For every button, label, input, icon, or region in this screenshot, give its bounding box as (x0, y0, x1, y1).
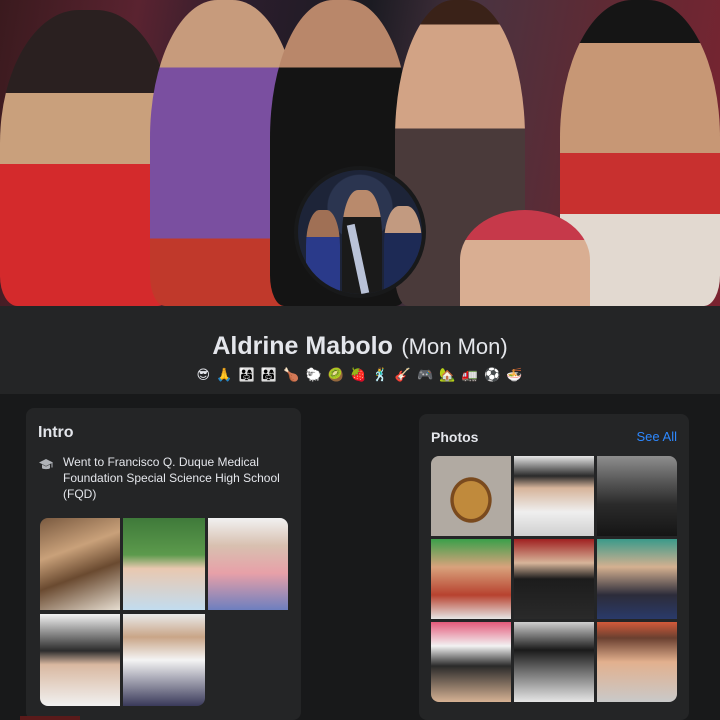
photo-thumbnail[interactable] (514, 539, 594, 619)
photo-thumbnail[interactable] (597, 539, 677, 619)
profile-header: Aldrine Mabolo (Mon Mon) 😎 🙏 👨‍👩‍👧 👨‍👩‍👧… (0, 306, 720, 394)
bottom-edge-strip (20, 716, 80, 720)
featured-photo[interactable] (123, 518, 205, 610)
profile-bio-emojis: 😎 🙏 👨‍👩‍👧 👨‍👩‍👧 🍗 🐑 🥝 🍓 🕺 🎸 🎮 🏡 🚛 ⚽ 🍜 (196, 368, 524, 383)
photo-thumbnail[interactable] (514, 622, 594, 702)
photo-thumbnail[interactable] (431, 622, 511, 702)
intro-education: Went to Francisco Q. Duque Medical Found… (63, 455, 280, 501)
cover-person (0, 10, 175, 306)
profile-name-line: Aldrine Mabolo (Mon Mon) (0, 332, 720, 361)
featured-photo[interactable] (208, 518, 288, 610)
cover-person (460, 210, 590, 306)
photo-thumbnail[interactable] (431, 456, 511, 536)
profile-page: Aldrine Mabolo (Mon Mon) 😎 🙏 👨‍👩‍👧 👨‍👩‍👧… (0, 0, 720, 720)
photo-thumbnail[interactable] (597, 456, 677, 536)
photos-title: Photos (431, 429, 479, 445)
profile-alternate-name: (Mon Mon) (401, 334, 508, 359)
intro-card: Intro Went to Francisco Q. Duque Medical… (26, 408, 301, 720)
featured-photo[interactable] (40, 614, 120, 706)
intro-title: Intro (38, 424, 74, 441)
featured-photo[interactable] (40, 518, 120, 610)
featured-photo[interactable] (123, 614, 205, 706)
avatar-person (306, 210, 340, 294)
see-all-photos-link[interactable]: See All (637, 429, 677, 444)
photo-thumbnail[interactable] (597, 622, 677, 702)
photos-card: Photos See All (419, 414, 689, 720)
profile-avatar[interactable] (294, 166, 426, 298)
graduation-cap-icon (39, 459, 53, 470)
photo-thumbnail[interactable] (514, 456, 594, 536)
avatar-person (384, 206, 422, 294)
photo-thumbnail[interactable] (431, 539, 511, 619)
profile-name: Aldrine Mabolo (212, 332, 393, 360)
